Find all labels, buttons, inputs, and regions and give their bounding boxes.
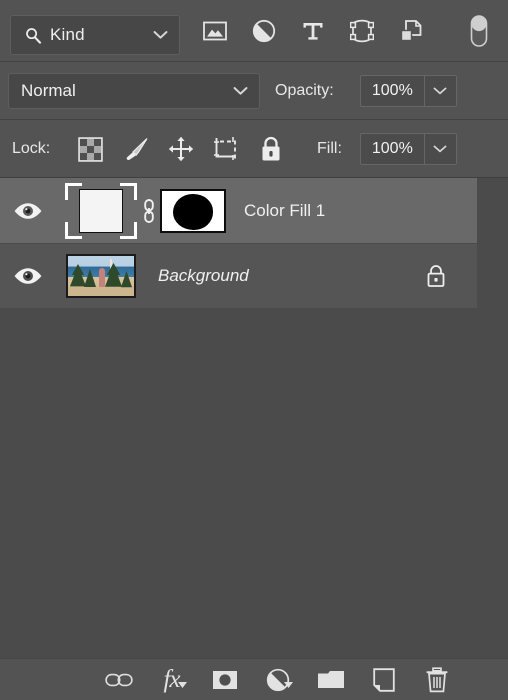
checkerboard-icon <box>78 136 103 162</box>
layer-filter-bar: Kind <box>0 0 508 62</box>
thumbnail-detail <box>99 268 105 287</box>
filter-smart-objects[interactable] <box>386 0 435 62</box>
layer-name[interactable]: Color Fill 1 <box>244 201 325 221</box>
smart-object-icon <box>400 20 421 42</box>
selection-bracket-icon <box>120 182 137 200</box>
filter-type-layers[interactable] <box>288 0 337 62</box>
table-row[interactable]: Color Fill 1 <box>0 178 477 243</box>
layer-name[interactable]: Background <box>158 266 249 286</box>
type-t-icon <box>303 23 322 40</box>
selection-bracket-icon <box>120 221 137 239</box>
filter-pixel-layers[interactable] <box>190 0 239 62</box>
fill-value[interactable]: 100% <box>361 134 425 164</box>
layer-thumbnail[interactable] <box>62 180 140 242</box>
mask-ellipse <box>173 193 213 230</box>
link-chain-icon <box>104 673 133 686</box>
lock-bar: Lock: Fill: 100% <box>0 120 508 178</box>
chevron-down-icon <box>178 675 187 693</box>
opacity-field[interactable]: 100% <box>360 75 457 107</box>
shape-nodes-icon <box>349 19 374 43</box>
filter-kind-label: Kind <box>50 25 85 44</box>
thumbnail-detail <box>68 287 134 296</box>
paintbrush-icon <box>126 138 148 161</box>
filter-kind-select[interactable]: Kind <box>10 15 180 55</box>
add-layer-style-button[interactable]: fx <box>145 659 198 700</box>
filter-shape-layers[interactable] <box>337 0 386 62</box>
new-group-button[interactable] <box>304 659 357 700</box>
thumbnail-detail <box>105 263 122 287</box>
mask-link-icon[interactable] <box>140 180 158 242</box>
layers-panel-toolbar: fx <box>0 658 508 700</box>
padlock-icon <box>262 136 279 161</box>
chevron-down-icon <box>433 87 447 95</box>
new-layer-icon <box>372 667 395 692</box>
lock-all[interactable] <box>248 120 293 178</box>
toolbar-buttons: fx <box>92 659 463 700</box>
opacity-label: Opacity: <box>275 81 334 99</box>
magnifier-icon <box>25 27 42 44</box>
filter-adjustment-layers[interactable] <box>239 0 288 62</box>
link-chain-icon <box>144 198 154 223</box>
fill-field[interactable]: 100% <box>360 133 457 165</box>
opacity-value[interactable]: 100% <box>361 76 425 106</box>
artboard-icon <box>213 137 236 160</box>
table-row[interactable]: Background <box>0 243 477 308</box>
new-layer-button[interactable] <box>357 659 410 700</box>
filter-type-buttons <box>190 0 435 62</box>
blend-mode-bar: Normal Opacity: 100% <box>0 62 508 120</box>
chevron-down-icon <box>153 31 168 40</box>
thumbnail-detail <box>70 264 86 287</box>
lock-transparent-pixels[interactable] <box>68 120 113 178</box>
layer-visibility-toggle[interactable] <box>0 178 56 243</box>
toggle-switch-icon <box>470 14 488 47</box>
move-arrows-icon <box>168 136 193 162</box>
chevron-down-icon <box>233 87 248 96</box>
blend-mode-select[interactable]: Normal <box>8 73 260 109</box>
chevron-down-icon <box>433 145 447 153</box>
new-adjustment-layer-button[interactable] <box>251 659 304 700</box>
chevron-down-icon <box>284 675 293 693</box>
selection-bracket-icon <box>65 182 82 200</box>
padlock-icon <box>427 265 445 287</box>
layers-list[interactable]: Color Fill 1 Background <box>0 178 508 658</box>
layer-mask-thumbnail[interactable] <box>160 188 226 233</box>
eye-icon <box>14 268 42 284</box>
layer-thumbnail[interactable] <box>62 245 140 307</box>
layer-mask-icon <box>212 670 237 689</box>
thumbnail-detail <box>84 269 96 287</box>
folder-icon <box>317 671 344 688</box>
image-icon <box>202 21 227 41</box>
fill-spinner[interactable] <box>425 134 456 164</box>
layer-visibility-toggle[interactable] <box>0 244 56 308</box>
filter-enable-toggle[interactable] <box>466 10 492 52</box>
fill-label: Fill: <box>317 139 342 157</box>
add-layer-mask-button[interactable] <box>198 659 251 700</box>
eye-icon <box>14 202 42 219</box>
lock-image-pixels[interactable] <box>113 120 158 178</box>
trash-icon <box>426 666 447 692</box>
status-badge[interactable] <box>425 264 447 288</box>
layers-panel: Kind Normal Opacity: 100% Lock: Fill: 10… <box>0 0 508 700</box>
photo-thumbnail-image <box>66 254 136 298</box>
lock-position[interactable] <box>158 120 203 178</box>
opacity-spinner[interactable] <box>425 76 456 106</box>
blend-mode-value: Normal <box>21 81 76 100</box>
thumbnail-detail <box>121 271 132 288</box>
prevent-artboard-nesting[interactable] <box>203 120 248 178</box>
layer-thumbnails <box>56 180 226 242</box>
selection-bracket-icon <box>65 221 82 239</box>
solid-color-swatch <box>79 188 123 233</box>
lock-buttons <box>68 120 293 178</box>
link-layers-button[interactable] <box>92 659 145 700</box>
adjustment-circle-icon <box>252 19 275 43</box>
lock-label: Lock: <box>12 139 51 157</box>
delete-layer-button[interactable] <box>410 659 463 700</box>
